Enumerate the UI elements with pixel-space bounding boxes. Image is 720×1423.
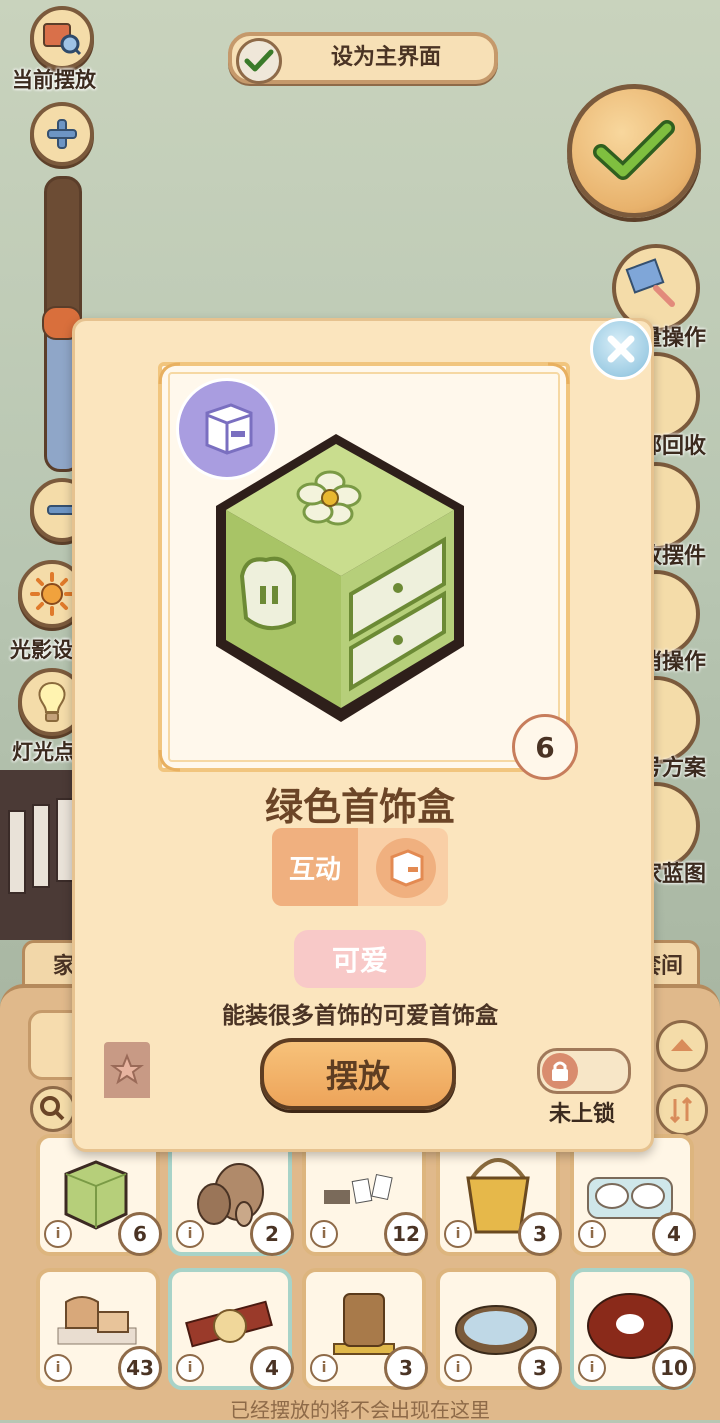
item-info-icon[interactable]: i <box>310 1354 338 1382</box>
item-count: 3 <box>518 1346 562 1390</box>
inventory-item-cards[interactable]: i 12 <box>302 1134 428 1256</box>
current-placement-button[interactable] <box>30 6 94 70</box>
owned-count-badge: 6 <box>512 714 578 780</box>
corner-ornament-icon <box>547 362 570 385</box>
inventory-item-rug[interactable]: i 10 <box>570 1268 696 1390</box>
light-bulb-icon <box>38 681 66 722</box>
item-info-icon[interactable]: i <box>578 1220 606 1248</box>
place-button[interactable]: 摆放 <box>260 1038 456 1110</box>
favorite-bookmark-button[interactable] <box>104 1042 150 1098</box>
inventory-item-pottery[interactable]: i 2 <box>168 1134 294 1256</box>
scroll-up-button[interactable] <box>656 1020 708 1072</box>
item-count: 4 <box>652 1212 696 1256</box>
checkmark-icon <box>593 120 675 180</box>
item-count: 6 <box>118 1212 162 1256</box>
close-icon <box>607 335 635 363</box>
interaction-label: 互动 <box>272 828 358 906</box>
interaction-icon-wrap <box>376 838 436 898</box>
item-count: 4 <box>250 1346 294 1390</box>
item-type-badge <box>176 378 278 480</box>
sort-button[interactable] <box>656 1084 708 1136</box>
storage-box-icon <box>205 403 253 455</box>
batch-select-icon <box>625 258 675 307</box>
lock-icon <box>552 1061 568 1081</box>
set-home-label: 设为主界面 <box>330 45 441 70</box>
placement-search-icon <box>43 23 82 56</box>
item-info-icon[interactable]: i <box>44 1220 72 1248</box>
inventory-item-sieve[interactable]: i 3 <box>436 1268 562 1390</box>
inventory-item-roll[interactable]: i 4 <box>168 1268 294 1390</box>
storage-box-icon <box>390 849 424 887</box>
lock-knob <box>542 1053 578 1089</box>
style-tag: 可爱 <box>294 930 426 988</box>
item-count: 3 <box>384 1346 428 1390</box>
inventory-footer-note: 已经摆放的将不会出现在这里 <box>230 1398 490 1422</box>
item-info-icon[interactable]: i <box>578 1354 606 1382</box>
scene-window <box>32 804 50 888</box>
zoom-in-button[interactable] <box>30 102 94 166</box>
close-button[interactable] <box>590 318 652 380</box>
inventory-item-jewelry-box[interactable]: i 6 <box>36 1134 162 1256</box>
item-count: 3 <box>518 1212 562 1256</box>
light-shadow-label: 光影设 <box>10 638 73 662</box>
item-count: 12 <box>384 1212 428 1256</box>
interaction-badge: 互动 <box>272 828 448 906</box>
item-description: 能装很多首饰的可爱首饰盒 <box>222 1003 498 1029</box>
corner-ornament-icon <box>158 362 181 385</box>
inventory-item-bucket[interactable]: i 3 <box>436 1134 562 1256</box>
inventory-item-bread[interactable]: i 43 <box>36 1268 162 1390</box>
current-placement-label: 当前摆放 <box>12 68 96 92</box>
set-home-toggle[interactable]: 设为主界面 <box>228 32 498 84</box>
confirm-button[interactable] <box>567 84 701 218</box>
search-button[interactable] <box>30 1086 76 1132</box>
lamp-label: 灯光点 <box>12 740 75 764</box>
bread-loaf-icon <box>57 1296 137 1345</box>
item-info-icon[interactable]: i <box>44 1354 72 1382</box>
checkmark-icon <box>244 49 274 72</box>
item-info-icon[interactable]: i <box>444 1354 472 1382</box>
star-bookmark-icon <box>110 1053 144 1085</box>
item-info-icon[interactable]: i <box>176 1354 204 1382</box>
search-icon <box>40 1096 65 1121</box>
set-home-checkbox[interactable] <box>236 38 282 84</box>
item-info-icon[interactable]: i <box>444 1220 472 1248</box>
scene-window <box>8 810 26 894</box>
lock-status-label: 未上锁 <box>548 1102 615 1127</box>
lock-toggle[interactable] <box>537 1048 631 1094</box>
corner-ornament-icon <box>158 749 181 772</box>
chevron-up-icon <box>671 1039 693 1051</box>
item-name: 绿色首饰盒 <box>264 785 455 829</box>
plus-icon <box>47 119 77 149</box>
item-count: 10 <box>652 1346 696 1390</box>
inventory-item-dishes[interactable]: i 4 <box>570 1134 696 1256</box>
item-count: 2 <box>250 1212 294 1256</box>
sort-icon <box>669 1096 693 1124</box>
item-count: 43 <box>118 1346 162 1390</box>
item-info-icon[interactable]: i <box>176 1220 204 1248</box>
item-info-icon[interactable]: i <box>310 1220 338 1248</box>
inventory-item-rack[interactable]: i 3 <box>302 1268 428 1390</box>
sun-icon <box>30 572 74 616</box>
